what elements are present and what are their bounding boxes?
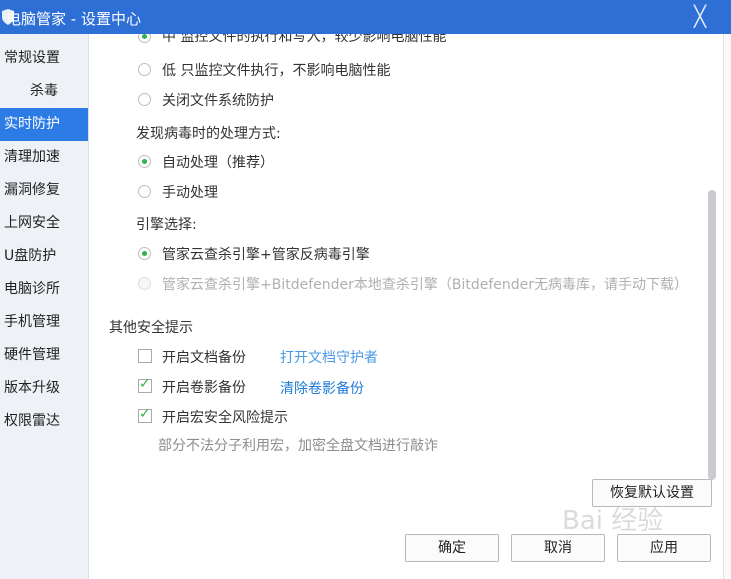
sidebar-item-usb-protection[interactable]: U盘防护 xyxy=(0,240,88,273)
section-heading: 引擎选择: xyxy=(136,217,197,233)
option-label: 自动处理（推荐） xyxy=(162,155,274,171)
sidebar-item-antivirus[interactable]: 杀毒 xyxy=(0,75,88,108)
option-label: 手动处理 xyxy=(162,185,218,201)
checkbox-label: 开启文档备份 xyxy=(162,350,246,366)
sidebar-item-label: 上网安全 xyxy=(4,215,60,231)
watermark: Bai 经验 xyxy=(562,506,664,536)
radio-medium[interactable] xyxy=(138,34,151,43)
settings-panel: 中 监控文件的执行和写入，较少影响电脑性能 低 只监控文件执行，不影响电脑性能 … xyxy=(89,34,723,579)
scrollbar-thumb[interactable] xyxy=(708,190,716,480)
background-window-edge xyxy=(723,34,731,579)
radio-auto-handle[interactable] xyxy=(138,155,151,168)
sidebar-item-label: 清理加速 xyxy=(4,149,60,165)
checkbox-label: 开启宏安全风险提示 xyxy=(162,410,288,426)
radio-engine-bitdefender xyxy=(138,277,151,290)
sidebar-item-web-security[interactable]: 上网安全 xyxy=(0,207,88,240)
option-label: 关闭文件系统防护 xyxy=(162,93,274,109)
section-heading: 其他安全提示 xyxy=(109,320,193,336)
sidebar-item-label: 漏洞修复 xyxy=(4,182,60,198)
option-label: 管家云查杀引擎+管家反病毒引擎 xyxy=(162,247,370,263)
cut-off-option: 中 监控文件的执行和写入，较少影响电脑性能 xyxy=(89,34,709,46)
checkbox-label: 开启卷影备份 xyxy=(162,380,246,396)
sidebar-item-label: 常规设置 xyxy=(4,50,60,66)
cancel-button[interactable]: 取消 xyxy=(511,534,605,562)
sidebar-item-upgrade[interactable]: 版本升级 xyxy=(0,372,88,405)
sidebar-item-realtime-protection[interactable]: 实时防护 xyxy=(0,108,88,141)
radio-disable-fs-protection[interactable] xyxy=(138,93,151,106)
section-heading: 发现病毒时的处理方式: xyxy=(136,126,281,142)
ok-button[interactable]: 确定 xyxy=(405,534,499,562)
window-title: 电脑管家 - 设置中心 xyxy=(6,10,141,28)
sidebar-item-patch[interactable]: 漏洞修复 xyxy=(0,174,88,207)
sidebar-item-label: 手机管理 xyxy=(4,314,60,330)
sidebar-item-phone[interactable]: 手机管理 xyxy=(0,306,88,339)
option-label: 中 监控文件的执行和写入，较少影响电脑性能 xyxy=(162,34,447,45)
option-label: 管家云查杀引擎+Bitdefender本地查杀引擎（Bitdefender无病毒… xyxy=(162,277,689,293)
option-label: 低 只监控文件执行，不影响电脑性能 xyxy=(162,63,391,79)
sidebar-item-cleanup[interactable]: 清理加速 xyxy=(0,141,88,174)
engine-option-clip: 管家云查杀引擎+Bitdefender本地查杀引擎（Bitdefender无病毒… xyxy=(162,274,707,294)
radio-engine-default[interactable] xyxy=(138,247,151,260)
sidebar-item-hardware[interactable]: 硬件管理 xyxy=(0,339,88,372)
open-doc-guardian-link[interactable]: 打开文档守护者 xyxy=(280,347,378,367)
clear-shadow-copy-link[interactable]: 清除卷影备份 xyxy=(280,378,364,398)
sidebar-item-label: 版本升级 xyxy=(4,380,60,396)
close-icon[interactable]: ╳ xyxy=(694,4,706,28)
title-bar: 电脑管家 - 设置中心 ╳ xyxy=(0,0,731,34)
sidebar: 常规设置 杀毒 实时防护 清理加速 漏洞修复 上网安全 U盘防护 电脑诊所 手机… xyxy=(0,34,89,579)
sidebar-item-pc-clinic[interactable]: 电脑诊所 xyxy=(0,273,88,306)
checkbox-shadow-copy[interactable] xyxy=(138,376,152,393)
sidebar-item-label: 电脑诊所 xyxy=(4,281,60,297)
sidebar-item-label: U盘防护 xyxy=(4,248,57,264)
macro-hint-text: 部分不法分子利用宏，加密全盘文档进行敲诈 xyxy=(158,438,438,454)
checkbox-macro-warning[interactable] xyxy=(138,406,152,423)
apply-button[interactable]: 应用 xyxy=(617,534,711,562)
sidebar-item-permission-radar[interactable]: 权限雷达 xyxy=(0,405,88,438)
sidebar-item-label: 杀毒 xyxy=(30,83,58,99)
sidebar-item-label: 权限雷达 xyxy=(4,413,60,429)
sidebar-item-general[interactable]: 常规设置 xyxy=(0,42,88,75)
sidebar-item-label: 硬件管理 xyxy=(4,347,60,363)
checkbox-doc-backup[interactable] xyxy=(138,349,152,363)
radio-low[interactable] xyxy=(138,63,151,76)
radio-manual-handle[interactable] xyxy=(138,185,151,198)
sidebar-item-label: 实时防护 xyxy=(4,116,60,132)
